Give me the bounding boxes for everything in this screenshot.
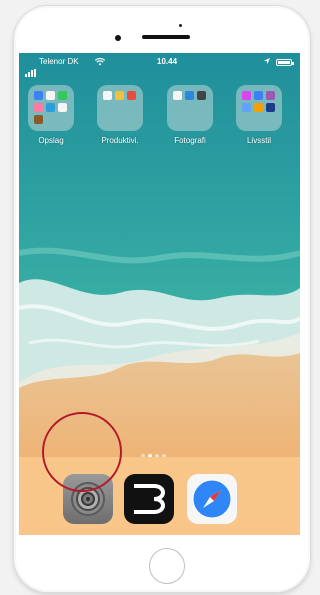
home-button[interactable] [149, 548, 185, 584]
folder-fotografi[interactable] [167, 85, 213, 131]
front-sensor [179, 24, 182, 27]
folder-label-produktivi: Produktivi. [101, 136, 139, 145]
safari-app-icon[interactable] [187, 474, 237, 524]
folder-produktivi[interactable] [97, 85, 143, 131]
battery-icon [276, 59, 294, 66]
folder-livsstil[interactable] [236, 85, 282, 131]
folder-label-opslag: Opslag [38, 136, 64, 145]
carrier-name: Telenor DK [39, 57, 79, 66]
clock: 10.44 [157, 57, 178, 66]
b-app-icon[interactable] [124, 474, 174, 524]
folder-label-livsstil: Livsstil [246, 136, 271, 145]
settings-highlight-circle [42, 412, 122, 492]
location-arrow-icon [264, 58, 270, 64]
folder-opslag[interactable] [28, 85, 74, 131]
signal-strength-icon [25, 59, 37, 77]
status-bar: Telenor DK 10.44 [19, 53, 300, 77]
folder-label-fotografi: Fotografi [174, 136, 206, 145]
front-camera [115, 35, 121, 41]
earpiece-speaker [142, 35, 190, 39]
wifi-icon [95, 58, 105, 66]
